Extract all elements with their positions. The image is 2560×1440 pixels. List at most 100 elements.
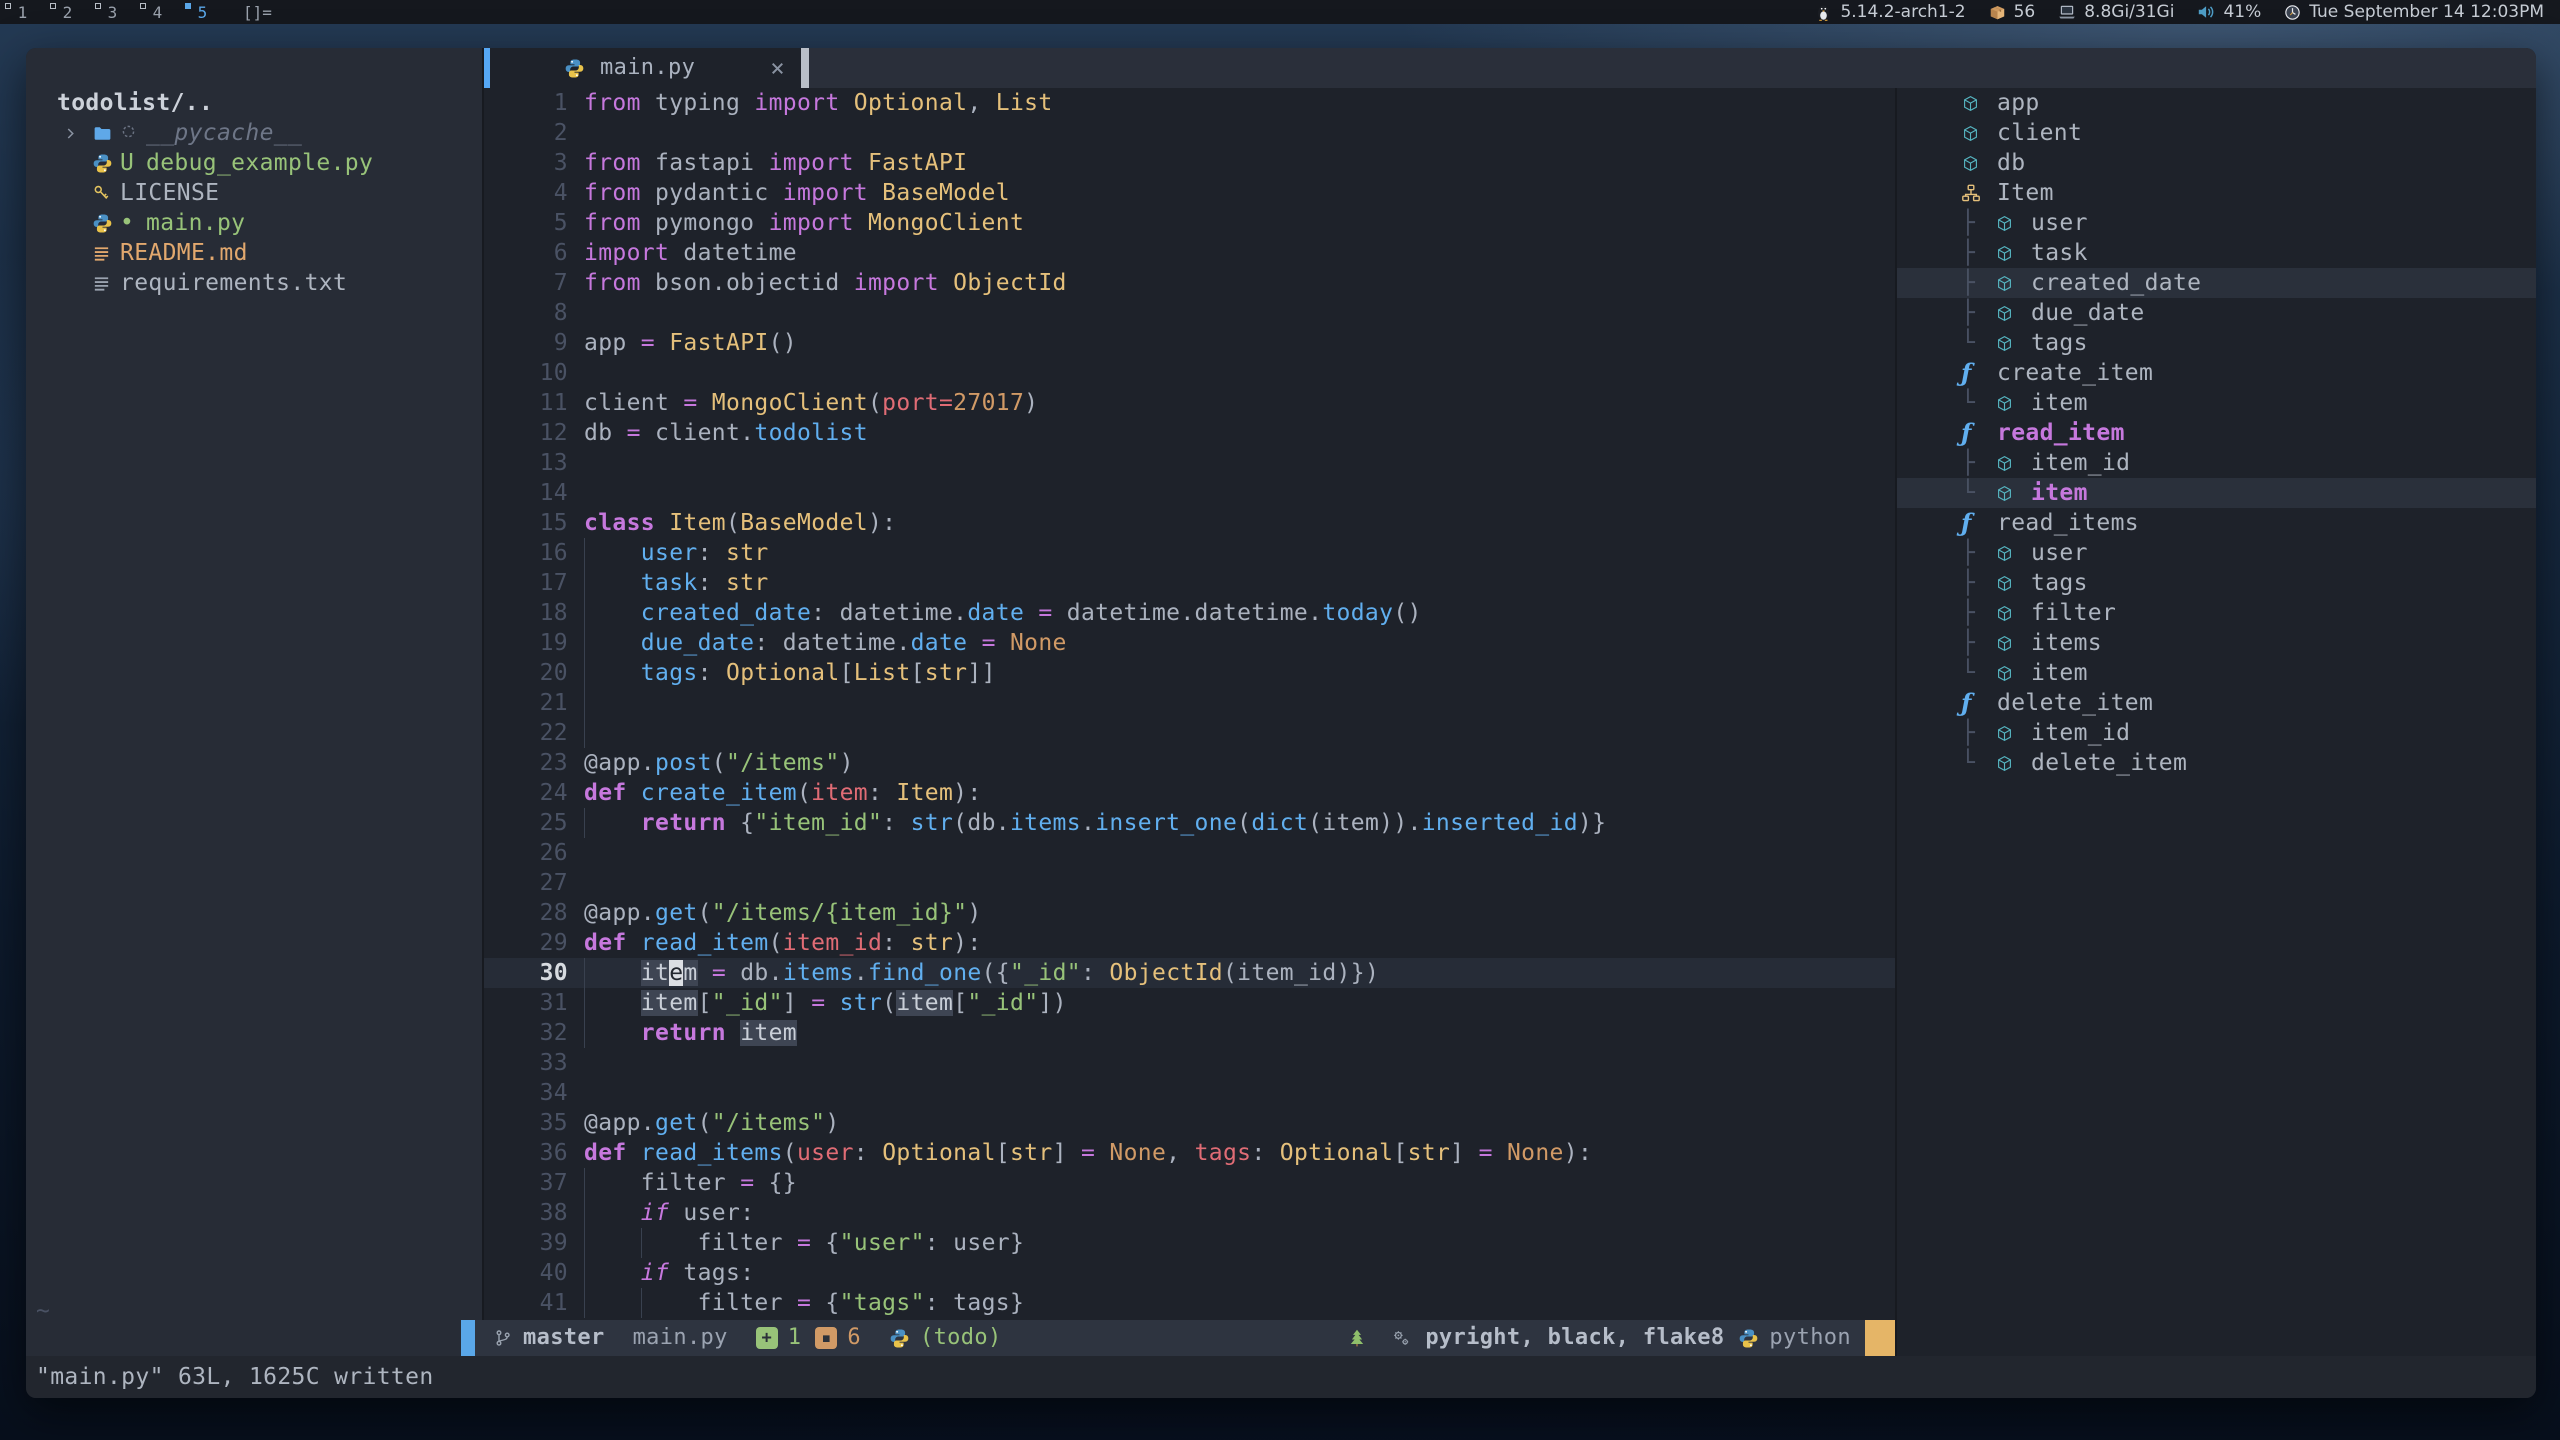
code-line-33[interactable]: 33 [484,1048,1895,1078]
code-line-22[interactable]: 22 [484,718,1895,748]
code-line-31[interactable]: 31 item["_id"] = str(item["_id"]) [484,988,1895,1018]
line-number: 11 [484,388,584,418]
outline-item-filter[interactable]: ├filter [1897,598,2536,628]
outline-item-created_date[interactable]: ├created_date [1897,268,2536,298]
line-number: 24 [484,778,584,808]
statusbar-modules: 5.14.2-arch1-2568.8Gi/31Gi41%Tue Septemb… [1814,2,2560,22]
workspace-tag-5[interactable]: 5 [180,0,225,24]
code-line-35[interactable]: 35@app.get("/items") [484,1108,1895,1138]
code-line-30[interactable]: 30 item = db.items.find_one({"_id": Obje… [484,958,1895,988]
indent-guide [584,988,641,1018]
outline-item-user[interactable]: ├user [1897,208,2536,238]
code-line-32[interactable]: 32 return item [484,1018,1895,1048]
indent-guide [584,538,641,568]
workspace-tag-3[interactable]: 3 [90,0,135,24]
layout-symbol[interactable]: []= [243,3,272,22]
code-line-16[interactable]: 16 user: str [484,538,1895,568]
code-line-3[interactable]: 3from fastapi import FastAPI [484,148,1895,178]
outline-item-item_id[interactable]: ├item_id [1897,448,2536,478]
outline-item-item[interactable]: └item [1897,478,2536,508]
workspace-tag-4[interactable]: 4 [135,0,180,24]
outline-item-item[interactable]: └item [1897,658,2536,688]
line-number: 17 [484,568,584,598]
tree-item-requirements.txt[interactable]: requirements.txt [26,268,482,298]
outline-item-items[interactable]: ├items [1897,628,2536,658]
outline-item-create_item[interactable]: ƒcreate_item [1897,358,2536,388]
code-line-15[interactable]: 15class Item(BaseModel): [484,508,1895,538]
symbols-outline-pane: appclientdbItem├user├task├created_date├d… [1897,88,2536,1356]
code-line-23[interactable]: 23@app.post("/items") [484,748,1895,778]
workspace-tag-2[interactable]: 2 [45,0,90,24]
code-line-38[interactable]: 38 if user: [484,1198,1895,1228]
line-number: 32 [484,1018,584,1048]
outline-item-label: Item [1997,178,2054,208]
variable-cube-icon [1995,724,2014,743]
outline-item-read_item[interactable]: ƒread_item [1897,418,2536,448]
code-line-21[interactable]: 21 [484,688,1895,718]
status-module-laptop: 8.8Gi/31Gi [2057,2,2174,22]
code-line-39[interactable]: 39 filter = {"user": user} [484,1228,1895,1258]
code-line-13[interactable]: 13 [484,448,1895,478]
code-line-36[interactable]: 36def read_items(user: Optional[str] = N… [484,1138,1895,1168]
outline-item-task[interactable]: ├task [1897,238,2536,268]
tree-item-README.md[interactable]: README.md [26,238,482,268]
outline-item-label: delete_item [2031,748,2187,778]
tree-connector: ├ [1961,448,1995,478]
tab-main-py[interactable]: main.py × [484,48,801,88]
code-line-26[interactable]: 26 [484,838,1895,868]
outline-item-db[interactable]: db [1897,148,2536,178]
outline-item-delete_item[interactable]: └delete_item [1897,748,2536,778]
outline-item-delete_item[interactable]: ƒdelete_item [1897,688,2536,718]
function-icon: ƒ [1961,693,1972,713]
code-line-19[interactable]: 19 due_date: datetime.date = None [484,628,1895,658]
outline-item-app[interactable]: app [1897,88,2536,118]
code-line-20[interactable]: 20 tags: Optional[List[str]] [484,658,1895,688]
line-number: 26 [484,838,584,868]
code-line-14[interactable]: 14 [484,478,1895,508]
code-line-9[interactable]: 9app = FastAPI() [484,328,1895,358]
outline-item-tags[interactable]: └tags [1897,328,2536,358]
code-line-1[interactable]: 1from typing import Optional, List [484,88,1895,118]
outline-item-item_id[interactable]: ├item_id [1897,718,2536,748]
outline-item-Item[interactable]: Item [1897,178,2536,208]
tree-item-LICENSE[interactable]: LICENSE [26,178,482,208]
code-line-6[interactable]: 6import datetime [484,238,1895,268]
tree-item-main.py[interactable]: •main.py [26,208,482,238]
code-line-12[interactable]: 12db = client.todolist [484,418,1895,448]
outline-item-client[interactable]: client [1897,118,2536,148]
code-editor[interactable]: 1from typing import Optional, List23from… [484,88,1895,1320]
variable-cube-icon [1961,94,1980,113]
indent-guide [584,718,641,748]
code-line-29[interactable]: 29def read_item(item_id: str): [484,928,1895,958]
code-line-37[interactable]: 37 filter = {} [484,1168,1895,1198]
code-line-24[interactable]: 24def create_item(item: Item): [484,778,1895,808]
workspace-tag-1[interactable]: 1 [0,0,45,24]
code-line-10[interactable]: 10 [484,358,1895,388]
tree-item-label: requirements.txt [120,268,347,298]
tree-item-debug_example.py[interactable]: Udebug_example.py [26,148,482,178]
code-line-40[interactable]: 40 if tags: [484,1258,1895,1288]
code-line-34[interactable]: 34 [484,1078,1895,1108]
outline-item-read_items[interactable]: ƒread_items [1897,508,2536,538]
code-line-8[interactable]: 8 [484,298,1895,328]
code-line-17[interactable]: 17 task: str [484,568,1895,598]
code-line-2[interactable]: 2 [484,118,1895,148]
close-icon[interactable]: × [770,53,785,83]
code-line-7[interactable]: 7from bson.objectid import ObjectId [484,268,1895,298]
outline-item-user[interactable]: ├user [1897,538,2536,568]
code-line-18[interactable]: 18 created_date: datetime.date = datetim… [484,598,1895,628]
code-line-11[interactable]: 11client = MongoClient(port=27017) [484,388,1895,418]
outline-item-tags[interactable]: ├tags [1897,568,2536,598]
code-line-27[interactable]: 27 [484,868,1895,898]
code-line-25[interactable]: 25 return {"item_id": str(db.items.inser… [484,808,1895,838]
tree-connector: ├ [1961,628,1995,658]
code-line-4[interactable]: 4from pydantic import BaseModel [484,178,1895,208]
code-line-5[interactable]: 5from pymongo import MongoClient [484,208,1895,238]
outline-item-due_date[interactable]: ├due_date [1897,298,2536,328]
tree-item-__pycache__[interactable]: __pycache__ [26,118,482,148]
outline-item-item[interactable]: └item [1897,388,2536,418]
code-line-41[interactable]: 41 filter = {"tags": tags} [484,1288,1895,1318]
diff-added-count: 1 [788,1323,802,1353]
code-line-28[interactable]: 28@app.get("/items/{item_id}") [484,898,1895,928]
virtualenv-label: (todo) [920,1323,1002,1353]
